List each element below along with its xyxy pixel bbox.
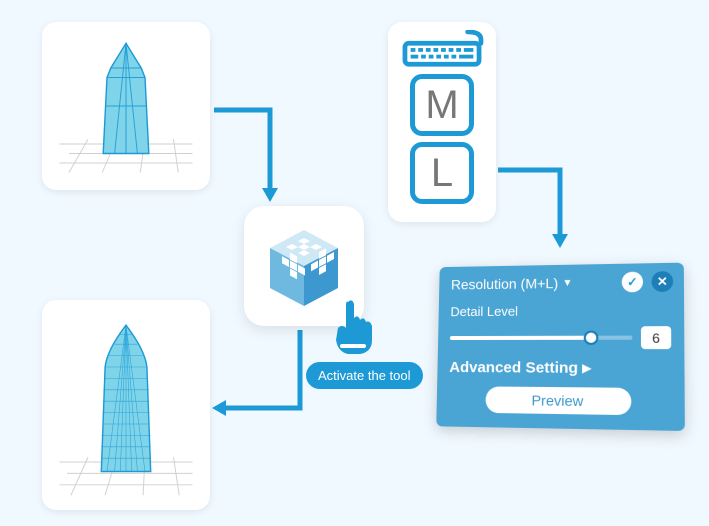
advanced-setting-toggle[interactable]: Advanced Setting ▶ [447,353,674,388]
highpoly-model-card [42,300,210,510]
dropdown-icon: ▼ [562,277,572,288]
hand-cursor-icon [326,296,386,360]
expand-icon: ▶ [582,361,591,374]
activate-tool-tooltip: Activate the tool [306,362,423,389]
lowpoly-model-card [42,22,210,190]
check-icon: ✓ [627,275,638,290]
keyboard-shortcut-card: M L [388,22,496,222]
detail-level-slider[interactable] [450,336,632,340]
confirm-button[interactable]: ✓ [622,272,643,293]
panel-header[interactable]: Resolution (M+L) ▼ ✓ ✕ [449,269,673,300]
preview-button[interactable]: Preview [485,386,631,415]
highpoly-model-illustration [50,308,202,502]
close-icon: ✕ [657,274,668,289]
keycap-l[interactable]: L [410,142,474,204]
resolution-panel: Resolution (M+L) ▼ ✓ ✕ Detail Level 6 Ad… [436,263,685,431]
keycap-m[interactable]: M [410,74,474,136]
detail-level-value[interactable]: 6 [641,326,671,349]
detail-level-label: Detail Level [450,304,518,320]
preview-label: Preview [531,392,583,409]
keyboard-icon [397,30,487,68]
tooltip-label: Activate the tool [318,368,411,383]
close-button[interactable]: ✕ [652,271,674,292]
lowpoly-model-illustration [50,30,202,182]
keycap-label: L [431,151,453,196]
advanced-setting-label: Advanced Setting [449,359,578,377]
keycap-label: M [425,83,458,128]
panel-title: Resolution (M+L) [451,275,558,292]
